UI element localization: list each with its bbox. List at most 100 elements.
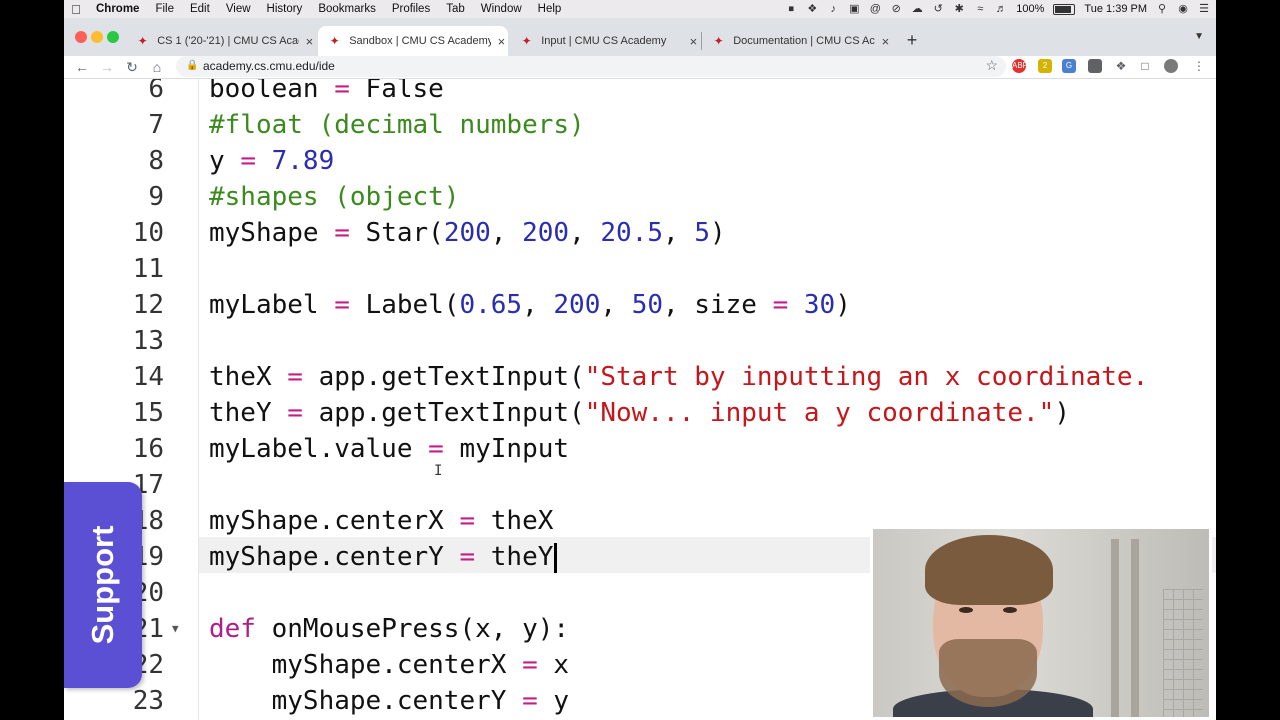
webcam-shelf-rail (1111, 539, 1119, 717)
close-tab-icon[interactable]: × (303, 34, 316, 49)
close-tab-icon[interactable]: × (687, 34, 700, 49)
menu-window[interactable]: Window (473, 3, 530, 15)
webcam-wire-grid (1163, 589, 1203, 717)
battery-icon[interactable] (1053, 3, 1076, 15)
tab-search-icon[interactable]: ▼ (1194, 31, 1204, 42)
translate-extension-icon[interactable]: G (1062, 59, 1076, 73)
do-not-disturb-icon[interactable]: ⊘ (890, 3, 902, 15)
code-line[interactable]: #float (decimal numbers) (209, 107, 585, 143)
browser-tab-strip: ✦ CS 1 ('20-'21) | CMU CS Academy × ✦ Sa… (64, 18, 1216, 56)
webcam-person-eye (959, 607, 973, 613)
line-number: 10 (132, 218, 164, 248)
support-tab[interactable]: Support (64, 482, 142, 688)
line-number: 7 (148, 110, 164, 140)
menu-help[interactable]: Help (530, 3, 570, 15)
webcam-person-hair (925, 535, 1053, 605)
cmu-favicon-icon: ✦ (329, 34, 340, 48)
tab-input[interactable]: ✦ Input | CMU CS Academy × (510, 26, 700, 56)
adblock-extension-icon[interactable]: ABP (1012, 59, 1028, 73)
code-line[interactable]: def onMousePress(x, y): (209, 611, 569, 647)
menu-profiles[interactable]: Profiles (384, 3, 438, 15)
menu-history[interactable]: History (259, 3, 311, 15)
home-icon[interactable]: ⌂ (148, 58, 166, 76)
extensions-puzzle-icon[interactable]: ❖ (1114, 59, 1128, 73)
code-line[interactable]: theY = app.getTextInput("Now... input a … (209, 395, 1070, 431)
control-center-icon[interactable]: ☰ (1198, 3, 1210, 15)
spotlight-search-icon[interactable]: ⚲ (1156, 3, 1168, 15)
gutter-divider (198, 79, 199, 720)
close-tab-icon[interactable]: × (879, 34, 892, 49)
reload-icon[interactable]: ↻ (123, 58, 141, 76)
tab-documentation[interactable]: ✦ Documentation | CMU CS Academy × (702, 26, 892, 56)
code-line[interactable]: myShape = Star(200, 200, 20.5, 5) (209, 215, 726, 251)
time-machine-icon[interactable]: ↺ (932, 3, 944, 15)
tab-title: Sandbox | CMU CS Academy (349, 35, 491, 47)
cast-icon[interactable]: □ (1138, 59, 1152, 73)
code-line[interactable]: myShape.centerY = theY (209, 539, 558, 575)
tab-title: CS 1 ('20-'21) | CMU CS Academy (157, 35, 299, 47)
clock[interactable]: Tue 1:39 PM (1084, 3, 1147, 15)
line-number: 12 (132, 290, 164, 320)
browser-toolbar: ← → ↻ ⌂ 🔒 academy.cs.cmu.edu/ide ☆ ABP 2… (64, 56, 1216, 79)
tab-cs1[interactable]: ✦ CS 1 ('20-'21) | CMU CS Academy × (126, 26, 316, 56)
record-icon[interactable]: ⏹ (785, 3, 797, 15)
forward-arrow-icon[interactable]: → (98, 58, 116, 76)
mac-menu-bar:  Chrome File Edit View History Bookmark… (64, 0, 1216, 18)
code-line[interactable]: #shapes (object) (209, 179, 459, 215)
url-text: academy.cs.cmu.edu/ide (203, 59, 335, 73)
fold-arrow-icon[interactable]: ▼ (172, 611, 179, 647)
bookmark-star-icon[interactable]: ☆ (985, 57, 998, 74)
menu-extras: ⏹ ❖ ♪ ▣ @ ⊘ ☁ ↺ ✱ ≈ ♬ 100% Tue 1:39 PM ⚲… (785, 0, 1210, 18)
screen:  Chrome File Edit View History Bookmark… (64, 0, 1216, 720)
menu-bookmarks[interactable]: Bookmarks (310, 3, 384, 15)
cloud-icon[interactable]: ☁ (911, 3, 923, 15)
at-icon[interactable]: @ (869, 3, 881, 15)
code-line[interactable]: myLabel = Label(0.65, 200, 50, size = 30… (209, 287, 851, 323)
webcam-shelf-rail (1131, 539, 1139, 717)
profile-avatar[interactable] (1164, 59, 1178, 73)
menu-tab[interactable]: Tab (438, 3, 473, 15)
close-window-button[interactable] (75, 31, 87, 43)
more-menu-icon[interactable]: ⋮ (1192, 59, 1206, 73)
bluetooth-icon[interactable]: ✱ (953, 3, 965, 15)
code-line[interactable]: myShape.centerX = theX (209, 503, 553, 539)
tab-sandbox[interactable]: ✦ Sandbox | CMU CS Academy × (318, 26, 508, 56)
menu-app-name[interactable]: Chrome (88, 3, 147, 15)
extension-badge-icon[interactable]: 2 (1038, 59, 1052, 73)
code-line[interactable]: boolean = False (209, 79, 444, 107)
dropbox-icon[interactable]: ❖ (806, 3, 818, 15)
cmu-favicon-icon: ✦ (521, 34, 532, 48)
close-tab-icon[interactable]: × (495, 34, 508, 49)
volume-icon[interactable]: ♬ (995, 3, 1007, 15)
line-number: 9 (148, 182, 164, 212)
screenshot-icon[interactable]: ▣ (848, 3, 860, 15)
new-tab-icon[interactable]: + (902, 30, 922, 51)
webcam-person-eye (1003, 607, 1017, 613)
menu-view[interactable]: View (218, 3, 259, 15)
line-number: 11 (132, 254, 164, 284)
code-line[interactable]: myShape.centerY = y (209, 683, 569, 719)
line-number: 14 (132, 362, 164, 392)
siri-icon[interactable]: ◉ (1177, 3, 1189, 15)
menu-file[interactable]: File (147, 3, 182, 15)
code-line[interactable]: y = 7.89 (209, 143, 334, 179)
lock-icon[interactable]: 🔒 (186, 60, 198, 71)
line-number: 6 (148, 79, 164, 104)
screen-capture-extension-icon[interactable] (1088, 59, 1102, 73)
apple-menu-icon[interactable]:  (64, 2, 88, 17)
webcam-person-beard (939, 639, 1037, 707)
headphones-icon[interactable]: ♪ (827, 3, 839, 15)
cmu-favicon-icon: ✦ (713, 34, 724, 48)
zoom-window-button[interactable] (107, 31, 119, 43)
code-line[interactable]: myShape.centerX = x (209, 647, 569, 683)
back-arrow-icon[interactable]: ← (73, 58, 91, 76)
code-line[interactable]: myLabel.value = myInput (209, 431, 569, 467)
menu-edit[interactable]: Edit (182, 3, 218, 15)
line-number: 16 (132, 434, 164, 464)
cmu-favicon-icon: ✦ (137, 34, 148, 48)
code-line[interactable]: theX = app.getTextInput("Start by inputt… (209, 359, 1148, 395)
wifi-icon[interactable]: ≈ (974, 3, 986, 15)
minimize-window-button[interactable] (91, 31, 103, 43)
address-bar[interactable]: 🔒 academy.cs.cmu.edu/ide ☆ (176, 56, 1006, 77)
line-number: 15 (132, 398, 164, 428)
